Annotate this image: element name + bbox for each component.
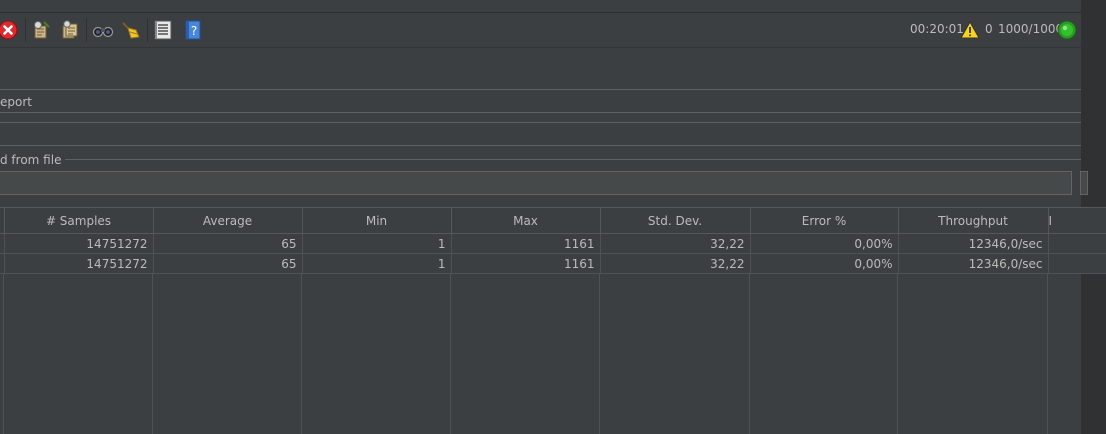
cell-partial: [1048, 233, 1106, 254]
table-row[interactable]: 14751272 65 1 1161 32,22 0,00% 12346,0/s…: [0, 233, 1106, 254]
grid-line: [3, 273, 4, 434]
cell-std-dev: 32,22: [600, 253, 751, 274]
cell-max: 1161: [451, 233, 601, 254]
cell-partial: [1048, 253, 1106, 274]
grid-line: [152, 273, 153, 434]
report-label: eport: [0, 95, 32, 109]
table-row[interactable]: 14751272 65 1 1161 32,22 0,00% 12346,0/s…: [0, 253, 1106, 274]
divider: [0, 122, 1081, 123]
grid-line: [450, 273, 451, 434]
file-group-label: d from file: [0, 153, 66, 167]
clear-icon[interactable]: [31, 20, 51, 40]
grid-line: [599, 273, 600, 434]
cell-max: 1161: [451, 253, 601, 274]
column-header-average[interactable]: Average: [153, 207, 303, 234]
divider: [0, 112, 1081, 113]
search-icon[interactable]: [92, 20, 114, 40]
divider: [0, 145, 1081, 146]
reset-search-icon[interactable]: [120, 20, 140, 40]
filename-input[interactable]: [0, 171, 1072, 195]
cell-error: 0,00%: [750, 253, 899, 274]
grid-line: [301, 273, 302, 434]
warning-icon[interactable]: [960, 20, 980, 40]
cell-throughput: 12346,0/sec: [898, 233, 1049, 254]
toolbar-separator: [147, 18, 148, 42]
cell-min: 1: [302, 233, 452, 254]
grid-line: [749, 273, 750, 434]
cell-samples: 14751272: [4, 253, 154, 274]
column-header-samples[interactable]: # Samples: [4, 207, 154, 234]
toolbar-separator: [86, 18, 87, 42]
cell-average: 65: [153, 233, 303, 254]
column-header-partial[interactable]: I: [1048, 207, 1106, 234]
group-border: [0, 159, 1081, 160]
divider: [0, 89, 1081, 90]
warning-count: 0: [985, 22, 993, 36]
grid-line: [1047, 273, 1048, 434]
svg-text:?: ?: [191, 24, 197, 38]
column-header-error[interactable]: Error %: [750, 207, 899, 234]
stop-now-icon[interactable]: [0, 20, 18, 40]
cell-min: 1: [302, 253, 452, 274]
help-icon[interactable]: ?: [183, 20, 203, 40]
grid-line: [897, 273, 898, 434]
cell-error: 0,00%: [750, 233, 899, 254]
toolbar: ? 00:20:01 0 1000/1000: [0, 13, 1081, 48]
column-header-min[interactable]: Min: [302, 207, 452, 234]
cell-throughput: 12346,0/sec: [898, 253, 1049, 274]
cell-average: 65: [153, 253, 303, 274]
running-indicator-icon: [1057, 20, 1077, 40]
function-helper-icon[interactable]: [153, 20, 173, 40]
browse-button[interactable]: [1080, 171, 1088, 195]
cell-samples: 14751272: [4, 233, 154, 254]
toolbar-separator: [25, 18, 26, 42]
window-top-strip: [0, 0, 1081, 13]
column-header-max[interactable]: Max: [451, 207, 601, 234]
cell-std-dev: 32,22: [600, 233, 751, 254]
column-header-std-dev[interactable]: Std. Dev.: [600, 207, 751, 234]
column-header-throughput[interactable]: Throughput: [898, 207, 1049, 234]
table-header-row: # Samples Average Min Max Std. Dev. Erro…: [0, 207, 1106, 234]
active-threads: 1000/1000: [998, 22, 1064, 36]
clear-all-icon[interactable]: [60, 20, 80, 40]
results-table: # Samples Average Min Max Std. Dev. Erro…: [0, 207, 1106, 274]
elapsed-time: 00:20:01: [910, 22, 964, 36]
